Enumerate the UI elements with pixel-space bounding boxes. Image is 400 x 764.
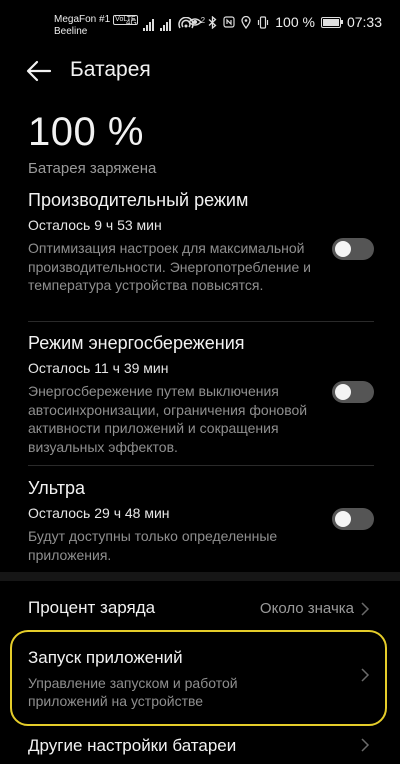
mode-title: Режим энергосбережения [28, 333, 245, 353]
page-title: Батарея [70, 58, 151, 81]
performance-mode-item[interactable]: Производительный режим Осталось 9 ч 53 м… [28, 190, 378, 295]
power-saving-mode-toggle[interactable] [332, 381, 374, 403]
signal-strength-2-icon [159, 19, 171, 31]
divider [28, 465, 374, 466]
chevron-right-icon [361, 602, 370, 616]
mode-title: Производительный режим [28, 190, 249, 210]
app-launch-row[interactable]: Запуск приложений Управление запуском и … [28, 648, 374, 710]
other-battery-settings-row[interactable]: Другие настройки батареи [28, 736, 374, 758]
charge-percent-row[interactable]: Процент заряда Около значка [28, 598, 374, 620]
divider [28, 321, 374, 322]
mode-description: Будут доступны только определенные прило… [28, 528, 278, 563]
app-launch-description: Управление запуском и работой приложений… [28, 675, 238, 709]
battery-percent-large: 100 % [28, 110, 144, 154]
battery-percent-status: 100 % [275, 14, 315, 30]
bluetooth-icon [208, 15, 217, 29]
mode-remaining: Осталось 11 ч 39 мин [28, 360, 169, 376]
performance-mode-toggle[interactable] [332, 238, 374, 260]
mode-remaining: Осталось 9 ч 53 мин [28, 217, 162, 233]
mode-description: Оптимизация настроек для максимальной пр… [28, 240, 311, 293]
app-header: Батарея [0, 52, 400, 92]
eye-icon [188, 18, 203, 26]
chevron-right-icon [361, 668, 370, 682]
charge-percent-value: Около значка [259, 600, 354, 617]
mode-title: Ультра [28, 478, 85, 498]
ultra-mode-item[interactable]: Ультра Осталось 29 ч 48 мин Будут доступ… [28, 478, 378, 564]
back-arrow-icon[interactable] [26, 60, 52, 82]
status-bar: MegaFon #1 VoLTE Beeline 4G 2 100 % 07:3… [0, 0, 400, 44]
mode-remaining: Осталось 29 ч 48 мин [28, 505, 170, 521]
battery-icon [320, 16, 343, 28]
section-separator [0, 572, 400, 581]
vibrate-icon [258, 15, 269, 29]
clock: 07:33 [346, 14, 382, 30]
power-saving-mode-item[interactable]: Режим энергосбережения Осталось 11 ч 39 … [28, 333, 378, 456]
nfc-icon [223, 16, 235, 28]
other-settings-label: Другие настройки батареи [28, 736, 237, 755]
mode-description: Энергосбережение путем выключения автоси… [28, 383, 308, 455]
carrier-1-name: MegaFon #1 [54, 14, 111, 25]
network-type: 4G [126, 18, 137, 27]
app-launch-label: Запуск приложений [28, 648, 183, 667]
ultra-mode-toggle[interactable] [332, 508, 374, 530]
chevron-right-icon [361, 738, 370, 752]
location-icon [241, 15, 251, 29]
signal-strength-1-icon [142, 19, 154, 31]
battery-settings-screen: MegaFon #1 VoLTE Beeline 4G 2 100 % 07:3… [0, 0, 400, 764]
battery-status-text: Батарея заряжена [28, 160, 157, 177]
status-right: 100 % 07:33 [188, 14, 382, 30]
